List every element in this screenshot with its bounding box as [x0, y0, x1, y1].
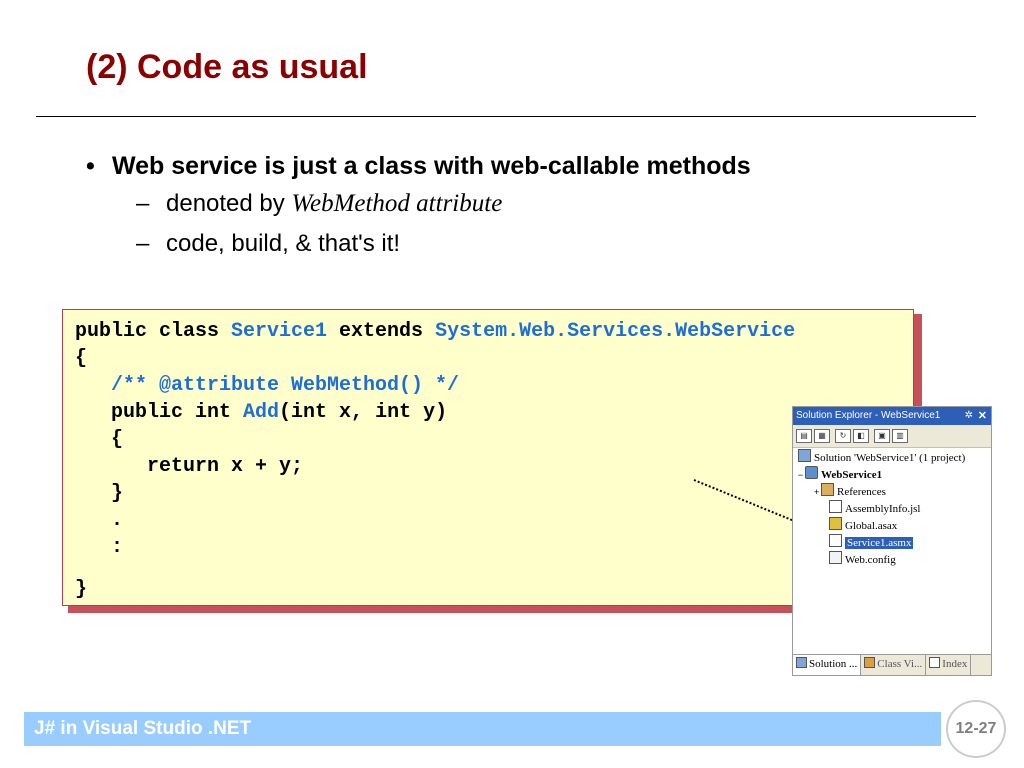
bullet-sub-1-text: denoted by	[166, 190, 292, 217]
code-method-name: Add	[243, 401, 280, 424]
code-line: .	[75, 509, 124, 532]
code-attribute-comment: /** @attribute WebMethod() */	[75, 374, 460, 397]
bullet-main-text: Web service is just a class with web-cal…	[112, 152, 751, 180]
tree-item-assemblyinfo[interactable]: AssemblyInfo.jsl	[793, 500, 989, 517]
solution-tree: Solution 'WebService1' (1 project) − WebS…	[793, 449, 989, 568]
tree-item-label: Web.config	[845, 554, 896, 566]
view-designer-icon[interactable]: ▣	[874, 429, 890, 443]
show-all-icon[interactable]: ▦	[814, 429, 830, 443]
title-divider	[36, 116, 976, 117]
code-box: public class Service1 extends System.Web…	[62, 309, 914, 606]
config-file-icon	[829, 551, 842, 564]
tab-label: Solution ...	[809, 658, 858, 670]
bullet-list: • Web service is just a class with web-ca…	[86, 148, 986, 264]
tab-index[interactable]: Index	[926, 655, 972, 675]
tree-item-label: References	[837, 486, 886, 498]
slide-title: (2) Code as usual	[86, 48, 368, 86]
code-class-name: Service1	[231, 320, 328, 343]
tree-item-project[interactable]: − WebService1	[793, 466, 989, 483]
tree-item-label: Global.asax	[845, 520, 898, 532]
bullet-sub-2-text: code, build, & that's it!	[166, 230, 401, 257]
solution-explorer-titlebar: Solution Explorer - WebService1 ✲ ✕	[793, 407, 991, 425]
jsl-file-icon	[829, 500, 842, 513]
asax-file-icon	[829, 517, 842, 530]
project-icon	[805, 466, 818, 479]
tab-label: Class Vi...	[877, 658, 923, 670]
asmx-file-icon	[829, 534, 842, 547]
tree-item-global[interactable]: Global.asax	[793, 517, 989, 534]
expand-icon[interactable]: +	[812, 484, 821, 501]
references-icon	[821, 483, 834, 496]
code-line: }	[75, 578, 88, 601]
copy-project-icon[interactable]: ▥	[892, 429, 908, 443]
code-line: :	[75, 536, 124, 559]
bullet-sub-2: – code, build, & that's it!	[136, 224, 986, 264]
tree-item-webconfig[interactable]: Web.config	[793, 551, 989, 568]
code-line: }	[75, 482, 124, 505]
collapse-icon[interactable]: −	[796, 467, 805, 484]
solution-icon	[796, 657, 807, 668]
close-icon[interactable]: ✕	[978, 407, 987, 425]
solution-icon	[798, 449, 811, 462]
tree-item-label: Solution 'WebService1' (1 project)	[814, 452, 966, 464]
page-number-badge: 12-27	[946, 700, 1006, 758]
bullet-sub-1: – denoted by WebMethod attribute	[136, 184, 986, 224]
help-index-icon	[929, 657, 941, 668]
bullet-dash: –	[136, 190, 150, 217]
view-code-icon[interactable]: ◧	[853, 429, 869, 443]
tree-item-label-selected: Service1.asmx	[845, 537, 914, 549]
tree-item-service[interactable]: Service1.asmx	[793, 534, 989, 551]
solution-explorer-toolbar: ▤ ▦ ↻ ◧ ▣ ▥	[793, 425, 991, 448]
tree-item-references[interactable]: + References	[793, 483, 989, 500]
tab-label: Index	[942, 658, 968, 670]
code-keyword: public int	[75, 401, 244, 424]
tree-item-solution[interactable]: Solution 'WebService1' (1 project)	[793, 449, 989, 466]
tree-item-label: WebService1	[821, 469, 883, 481]
code-line: return x + y;	[75, 455, 304, 478]
solution-explorer-title: Solution Explorer - WebService1	[796, 410, 941, 421]
code-listing: public class Service1 extends System.Web…	[75, 318, 795, 615]
solution-explorer-tabs: Solution ... Class Vi... Index	[793, 654, 991, 675]
footer-bar: J# in Visual Studio .NET	[24, 712, 941, 746]
code-keyword: extends	[327, 320, 436, 343]
code-keyword: public class	[75, 320, 232, 343]
tree-item-label: AssemblyInfo.jsl	[845, 503, 921, 515]
tab-class-view[interactable]: Class Vi...	[861, 655, 927, 675]
solution-explorer-panel: Solution Explorer - WebService1 ✲ ✕ ▤ ▦ …	[792, 406, 992, 676]
code-params: (int x, int y)	[279, 401, 448, 424]
properties-icon[interactable]: ▤	[796, 429, 812, 443]
bullet-dot: •	[86, 152, 95, 180]
class-view-icon	[864, 657, 876, 668]
pin-icon[interactable]: ✲	[965, 407, 973, 425]
tab-solution-explorer[interactable]: Solution ...	[793, 655, 862, 675]
bullet-dash: –	[136, 230, 150, 257]
code-base-class: System.Web.Services.WebService	[435, 320, 796, 343]
code-line: {	[75, 347, 88, 370]
bullet-main: • Web service is just a class with web-ca…	[86, 148, 986, 184]
code-line: {	[75, 428, 124, 451]
bullet-sub-1-italic: WebMethod attribute	[291, 190, 503, 217]
refresh-icon[interactable]: ↻	[835, 429, 851, 443]
